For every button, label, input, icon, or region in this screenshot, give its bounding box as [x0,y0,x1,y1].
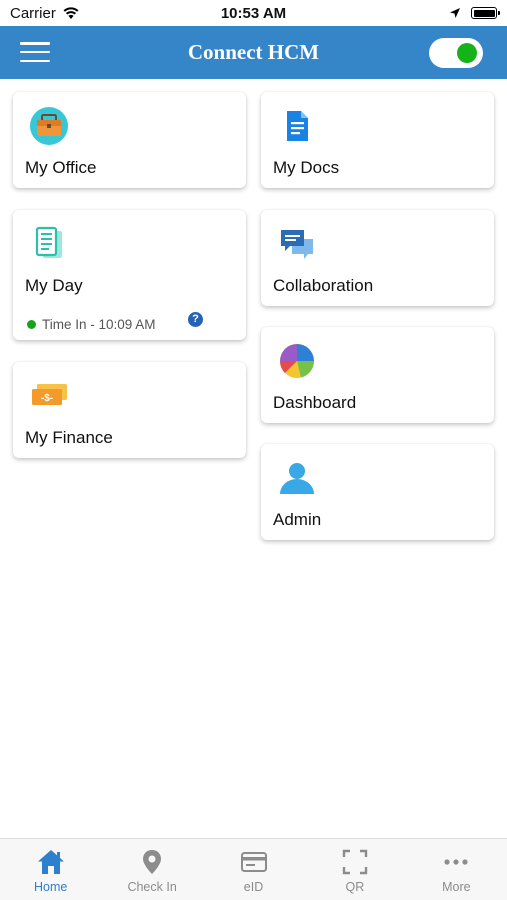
card-admin[interactable]: Admin [261,444,494,540]
tab-eid[interactable]: eID [203,839,304,900]
status-bar: Carrier 10:53 AM [0,0,507,26]
tab-label-check-in: Check In [127,880,177,894]
card-collaboration[interactable]: Collaboration [261,210,494,306]
card-label-admin: Admin [273,510,322,529]
wifi-icon [63,7,79,19]
card-label-my-finance: My Finance [25,428,113,447]
tab-check-in[interactable]: Check In [101,839,202,900]
tab-label-eid: eID [243,880,264,894]
card-label-my-docs: My Docs [273,158,340,177]
newspaper-icon [35,226,62,258]
card-label-dashboard: Dashboard [273,393,357,412]
status-right [449,7,500,19]
card-label-my-office: My Office [25,158,97,177]
location-arrow-icon [450,8,460,18]
status-left: Carrier [10,5,80,22]
card-my-day[interactable]: My Day Time In - 10:09 AM ? [13,210,246,340]
card-my-office[interactable]: My Office [13,92,246,188]
app-header: Connect HCM [0,26,507,79]
card-label-collaboration: Collaboration [273,276,374,295]
briefcase-icon [30,107,68,145]
tab-label-more: More [442,880,471,894]
tab-more[interactable]: More [406,839,507,900]
qr-scan-icon [342,849,368,875]
app-title: Connect HCM [187,40,320,64]
time-in-text: Time In - 10:09 AM [42,317,156,332]
tab-bar: Home Check In eID QR More [0,838,507,900]
pie-chart-icon [280,344,314,378]
card-my-docs[interactable]: My Docs [261,92,494,188]
card-my-finance[interactable]: -$- My Finance [13,362,246,458]
help-icon[interactable]: ? [188,312,203,327]
location-pin-icon [143,850,162,874]
money-icon: -$- [32,384,67,405]
home-icon [37,850,64,874]
card-label-my-day: My Day [25,276,83,295]
tab-home[interactable]: Home [0,839,101,900]
document-icon [287,111,308,141]
svg-text:-$-: -$- [41,393,53,404]
toggle-switch[interactable] [429,38,483,68]
battery-icon [471,7,500,19]
time-in-status: Time In - 10:09 AM [27,317,156,332]
chat-icon [281,230,313,259]
person-icon [280,463,314,494]
id-card-icon [240,852,267,872]
status-dot [27,320,36,329]
tab-qr[interactable]: QR [304,839,405,900]
tab-label-home: Home [34,880,68,894]
more-dots-icon [444,859,468,865]
tab-label-qr: QR [345,880,365,894]
hamburger-menu-icon[interactable] [20,42,50,62]
toggle-knob [457,43,477,63]
card-dashboard[interactable]: Dashboard [261,327,494,423]
carrier-label: Carrier [10,4,56,22]
